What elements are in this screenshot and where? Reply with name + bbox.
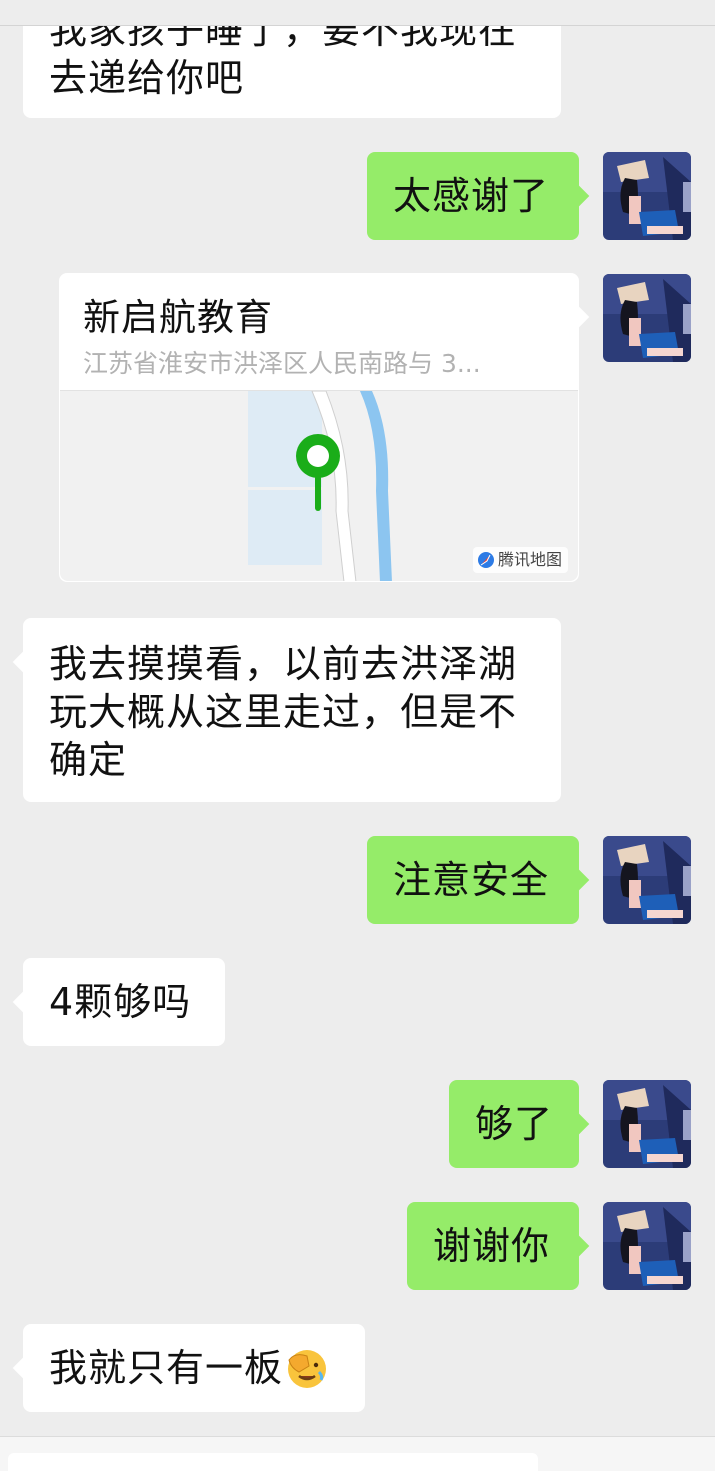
message-text: 谢谢你 <box>433 1224 551 1268</box>
location-card[interactable]: 新启航教育 江苏省淮安市洪泽区人民南路与 3... 腾讯地图 <box>59 273 590 582</box>
avatar-girl-illustration-icon <box>603 1080 691 1168</box>
bubble-tail <box>12 1356 36 1380</box>
message-text-line: 玩大概从这里走过，但是不 <box>49 690 518 734</box>
message-text: 太感谢了 <box>393 174 550 218</box>
bubble-tail <box>566 184 590 208</box>
message-bubble-outgoing[interactable]: 够了 <box>449 1080 590 1168</box>
bubble-tail <box>566 1234 590 1258</box>
message-bubble-outgoing[interactable]: 谢谢你 <box>407 1202 590 1290</box>
facepalm-emoji-icon <box>288 1349 327 1388</box>
message-text: 注意安全 <box>393 858 550 902</box>
input-bar <box>0 1436 715 1471</box>
avatar-girl-illustration-icon <box>603 274 691 362</box>
avatar[interactable] <box>603 836 691 924</box>
avatar[interactable] <box>603 152 691 240</box>
avatar[interactable] <box>603 1202 691 1290</box>
message-text-line: 我去摸摸看，以前去洪泽湖 <box>49 642 518 686</box>
message-bubble-outgoing[interactable]: 太感谢了 <box>367 152 590 240</box>
message-text-line: 去递给你吧 <box>49 56 245 100</box>
top-status-strip <box>0 0 715 26</box>
bubble-tail <box>566 868 590 892</box>
map-provider-label: 腾讯地图 <box>497 550 562 569</box>
message-text: 4颗够吗 <box>49 980 192 1024</box>
message-bubble-incoming[interactable]: 我就只有一板 <box>12 1324 365 1412</box>
message-input[interactable] <box>8 1453 538 1471</box>
avatar-girl-illustration-icon <box>603 152 691 240</box>
location-pin-icon <box>296 434 340 511</box>
message-bubble-incoming[interactable]: 4颗够吗 <box>12 958 225 1046</box>
map-provider-badge: 腾讯地图 <box>472 547 568 573</box>
bubble-tail <box>12 990 36 1014</box>
bubble-tail <box>12 650 36 674</box>
location-map-preview[interactable]: 腾讯地图 <box>60 390 578 581</box>
message-text-line: 确定 <box>49 738 128 782</box>
avatar-girl-illustration-icon <box>603 836 691 924</box>
avatar[interactable] <box>603 274 691 362</box>
avatar[interactable] <box>603 1080 691 1168</box>
avatar-girl-illustration-icon <box>603 1202 691 1290</box>
bubble-tail <box>566 1112 590 1136</box>
message-bubble-incoming[interactable]: 我去摸摸看，以前去洪泽湖 玩大概从这里走过，但是不 确定 <box>12 618 561 802</box>
location-address: 江苏省淮安市洪泽区人民南路与 3... <box>83 349 481 378</box>
message-bubble-outgoing[interactable]: 注意安全 <box>367 836 590 924</box>
bubble-tail <box>566 305 590 329</box>
tencent-map-logo-icon <box>477 551 494 568</box>
message-text: 够了 <box>475 1102 554 1146</box>
message-text: 我就只有一板 <box>49 1346 284 1390</box>
location-title: 新启航教育 <box>83 296 273 339</box>
